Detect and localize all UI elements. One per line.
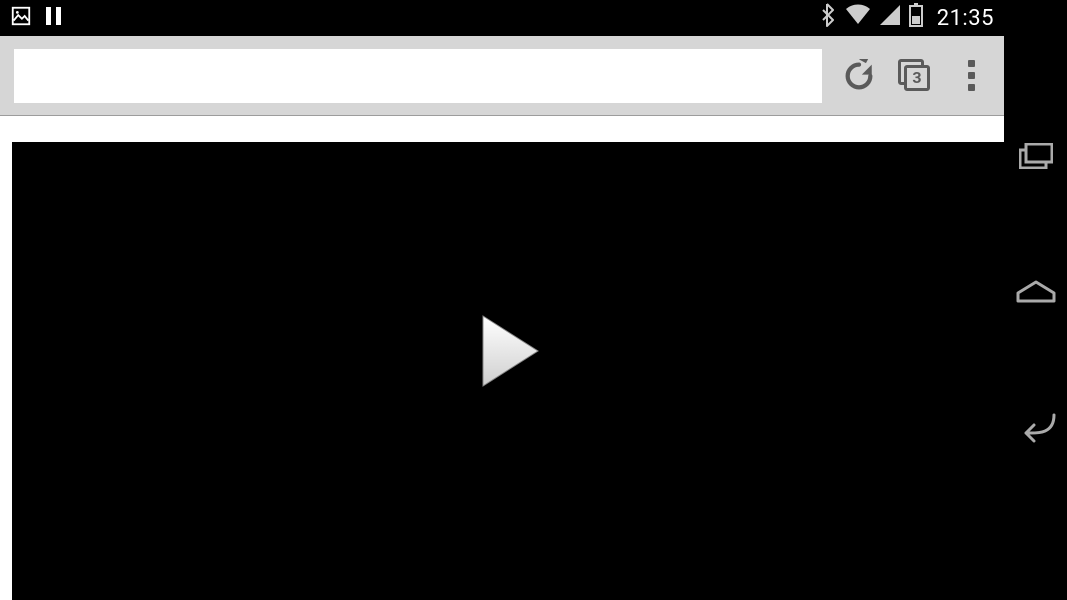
home-button[interactable] [1016,279,1056,307]
bluetooth-icon [819,3,837,33]
video-player [12,142,1004,600]
tabs-button[interactable]: 3 [896,57,934,95]
cell-signal-icon [879,4,901,32]
clock-time: 21:35 [937,6,994,31]
wifi-icon [845,4,871,32]
play-button[interactable] [473,311,543,395]
menu-button[interactable] [952,57,990,95]
refresh-button[interactable] [840,57,878,95]
back-button[interactable] [1016,413,1056,447]
tabs-count: 3 [912,68,921,87]
status-bar: 21:35 [0,0,1004,36]
android-nav-bar [1004,0,1067,600]
url-input[interactable] [14,49,822,103]
pause-icon [44,5,64,31]
picture-icon [10,5,32,31]
page-content [0,116,1004,600]
battery-icon [909,3,923,33]
browser-toolbar: 3 [0,36,1004,116]
recent-apps-button[interactable] [1019,143,1053,173]
